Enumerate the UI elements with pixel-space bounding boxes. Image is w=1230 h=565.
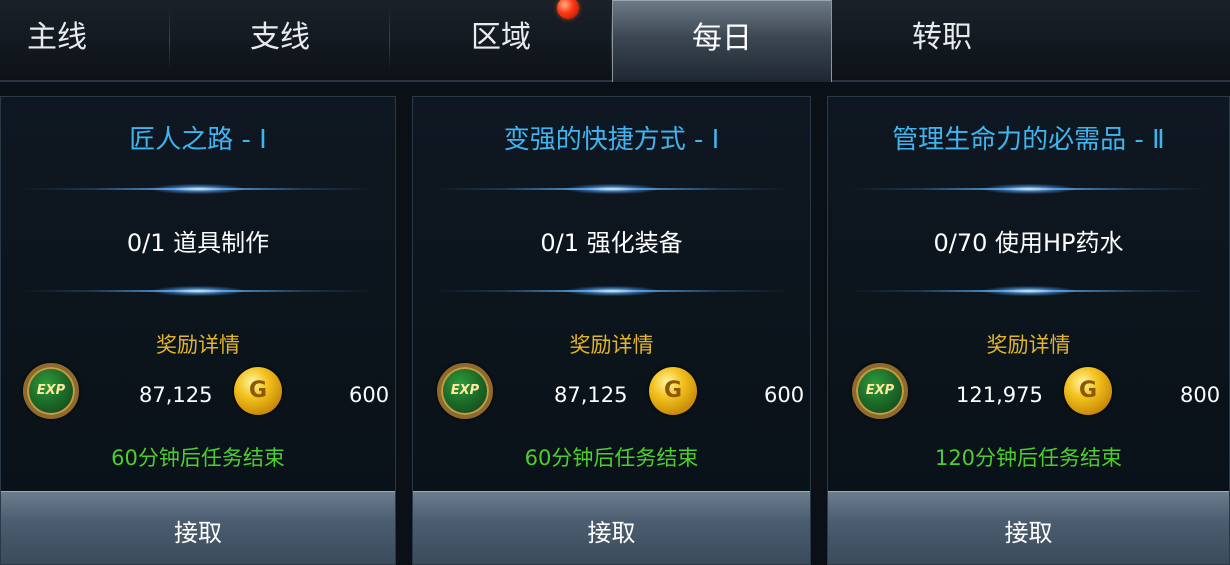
- quest-objective: 0/1 强化装备: [540, 229, 683, 257]
- gold-reward-value: 600: [349, 383, 390, 407]
- tab-job-change-label: 转职: [912, 20, 972, 55]
- tab-region-quest[interactable]: 区域: [390, 0, 612, 80]
- quest-title: 变强的快捷方式 - Ⅰ: [503, 125, 720, 155]
- exp-icon: EXP: [437, 363, 493, 419]
- quest-card: 管理生命力的必需品 - Ⅱ 0/70 使用HP药水 奖励详情 EXP 121,9…: [827, 96, 1230, 565]
- reward-details-label: 奖励详情: [986, 333, 1071, 357]
- divider-glow: [21, 286, 375, 296]
- divider-glow: [433, 184, 790, 194]
- tab-daily-quest-label: 每日: [692, 21, 752, 56]
- quest-timer: 60分钟后任务结束: [111, 446, 285, 470]
- exp-reward-value: 87,125: [554, 383, 628, 407]
- exp-reward-value: 87,125: [139, 383, 213, 407]
- quest-objective: 0/70 使用HP药水: [933, 229, 1124, 257]
- quest-timer: 120分钟后任务结束: [934, 446, 1123, 470]
- quest-card: 匠人之路 - Ⅰ 0/1 道具制作 奖励详情 EXP 87,125 G 600 …: [0, 96, 396, 565]
- gold-reward-value: 600: [764, 383, 805, 407]
- divider-glow: [433, 286, 790, 296]
- tab-main-quest[interactable]: 主线: [0, 0, 170, 80]
- tab-side-quest[interactable]: 支线: [170, 0, 390, 80]
- reward-details-label: 奖励详情: [569, 333, 654, 357]
- quest-objective: 0/1 道具制作: [126, 229, 270, 257]
- tab-side-quest-label: 支线: [250, 20, 310, 55]
- gold-coin-icon: G: [234, 367, 282, 415]
- reward-details-label: 奖励详情: [156, 333, 240, 357]
- quest-title: 匠人之路 - Ⅰ: [129, 125, 267, 155]
- divider-glow: [848, 184, 1209, 194]
- exp-icon: EXP: [852, 363, 908, 419]
- accept-quest-button[interactable]: 接取: [1, 491, 395, 564]
- tab-bar: 主线 支线 区域 每日 转职: [0, 0, 1230, 82]
- tab-region-quest-label: 区域: [471, 20, 531, 55]
- gold-coin-icon: G: [649, 367, 697, 415]
- exp-icon: EXP: [23, 363, 79, 419]
- gold-coin-icon: G: [1064, 367, 1112, 415]
- divider-glow: [848, 286, 1209, 296]
- accept-quest-button[interactable]: 接取: [828, 491, 1229, 564]
- divider-glow: [21, 184, 375, 194]
- tab-job-change[interactable]: 转职: [832, 0, 1052, 80]
- tab-main-quest-label: 主线: [27, 20, 87, 55]
- quest-card: 变强的快捷方式 - Ⅰ 0/1 强化装备 奖励详情 EXP 87,125 G 6…: [412, 96, 811, 565]
- exp-reward-value: 121,975: [956, 383, 1043, 407]
- quest-title: 管理生命力的必需品 - Ⅱ: [892, 125, 1165, 155]
- quest-timer: 60分钟后任务结束: [524, 446, 699, 470]
- gold-reward-value: 800: [1180, 383, 1221, 407]
- accept-quest-button[interactable]: 接取: [413, 491, 810, 564]
- tab-daily-quest[interactable]: 每日: [612, 0, 832, 82]
